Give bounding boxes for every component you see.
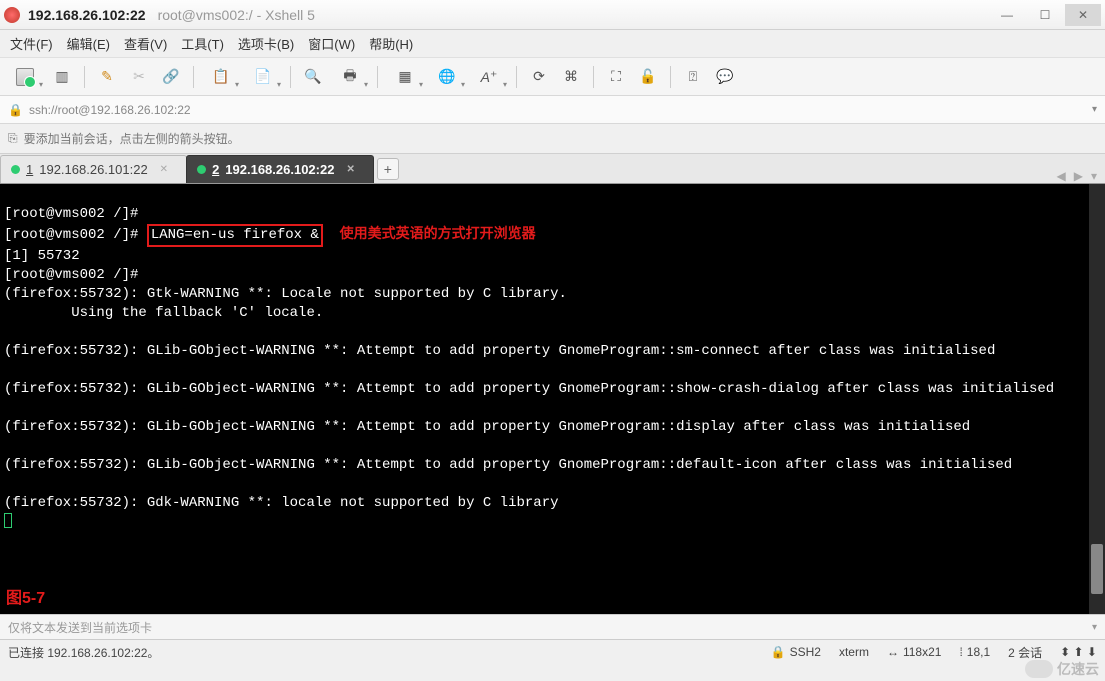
toolbar: ▾ ▥ ✎ ✂ 🔗 📋▾ 📄▾ 🔍 🖶▾ ▦▾ 🌐▾ A⁺▾ ⟳ ⌘ ⛶ 🔓 ⍰… [0, 58, 1105, 96]
status-termtype: xterm [839, 645, 869, 659]
terminal-line: [root@vms002 /]# [4, 267, 138, 283]
menu-edit[interactable]: 编辑(E) [67, 34, 110, 53]
tab-bar: 1 192.168.26.101:22 ✕ 2 192.168.26.102:2… [0, 154, 1105, 184]
terminal-line: [1] 55732 [4, 248, 80, 264]
watermark-text: 亿速云 [1057, 659, 1099, 679]
tab-index: 1 [26, 162, 33, 177]
tab-close-icon[interactable]: ✕ [346, 164, 354, 175]
refresh-button[interactable]: ⟳ [525, 63, 553, 91]
send-dropdown-icon[interactable]: ▾ [1092, 622, 1097, 633]
lock-icon: 🔒 [8, 103, 23, 117]
cloud-icon [1025, 660, 1053, 678]
find-button[interactable]: 🔍 [299, 63, 327, 91]
hint-text: 要添加当前会话，点击左侧的箭头按钮。 [24, 130, 240, 147]
terminal-line: (firefox:55732): GLib-GObject-WARNING **… [4, 381, 1054, 397]
menu-help[interactable]: 帮助(H) [369, 34, 413, 53]
titlebar: 192.168.26.102:22 root@vms002:/ - Xshell… [0, 0, 1105, 30]
scrollbar-thumb[interactable] [1091, 544, 1103, 594]
close-button[interactable]: ✕ [1065, 4, 1101, 26]
tab-prev-icon[interactable]: ◀ [1057, 169, 1066, 183]
open-button[interactable]: ▥ [48, 63, 76, 91]
terminal-cursor [4, 513, 12, 528]
tab-index: 2 [212, 162, 219, 177]
terminal-scrollbar[interactable] [1089, 184, 1105, 614]
new-session-button[interactable]: ▾ [6, 63, 44, 91]
lock-button[interactable]: 🔓 [634, 63, 662, 91]
status-size: 118x21 [903, 645, 941, 659]
copy-button[interactable]: 📋▾ [202, 63, 240, 91]
status-dot-icon [197, 165, 206, 174]
terminal-line: (firefox:55732): GLib-GObject-WARNING **… [4, 419, 970, 435]
menu-tools[interactable]: 工具(T) [181, 34, 224, 53]
maximize-button[interactable]: ☐ [1027, 4, 1063, 26]
tab-session-1[interactable]: 1 192.168.26.101:22 ✕ [0, 155, 187, 183]
status-cursor-pos: 18,1 [967, 645, 990, 659]
figure-label: 图5-7 [6, 589, 45, 608]
tab-list-icon[interactable]: ▾ [1091, 169, 1097, 183]
layout-button[interactable]: ▦▾ [386, 63, 424, 91]
tab-label: 192.168.26.102:22 [225, 162, 334, 177]
address-url: ssh://root@192.168.26.102:22 [29, 103, 191, 117]
window-title-sub: root@vms002:/ - Xshell 5 [158, 7, 315, 23]
tab-nav: ◀ ▶ ▾ [1057, 169, 1105, 183]
hint-arrow-icon[interactable]: ⎘ [8, 131, 18, 146]
status-bar: 已连接 192.168.26.102:22。 🔒 SSH2 xterm ↔ 118x… [0, 640, 1105, 664]
terminal-prompt: [root@vms002 /]# [4, 206, 138, 222]
feedback-button[interactable]: 💬 [711, 63, 739, 91]
send-placeholder: 仅将文本发送到当前选项卡 [8, 619, 152, 636]
encoding-button[interactable]: 🌐▾ [428, 63, 466, 91]
menu-file[interactable]: 文件(F) [10, 34, 53, 53]
pos-icon: ⁞ [959, 645, 962, 659]
tab-close-icon[interactable]: ✕ [160, 164, 168, 175]
terminal-annotation: 使用美式英语的方式打开浏览器 [340, 227, 536, 243]
help-button[interactable]: ⍰ [679, 63, 707, 91]
script-button[interactable]: ⌘ [557, 63, 585, 91]
terminal-line: (firefox:55732): GLib-GObject-WARNING **… [4, 457, 1012, 473]
terminal[interactable]: [root@vms002 /]# [root@vms002 /]# LANG=e… [0, 184, 1105, 614]
send-input-bar[interactable]: 仅将文本发送到当前选项卡 ▾ [0, 614, 1105, 640]
minimize-button[interactable]: — [989, 4, 1025, 26]
menu-window[interactable]: 窗口(W) [308, 34, 355, 53]
status-sessions: 2 会话 [1008, 644, 1042, 661]
window-title-main: 192.168.26.102:22 [28, 7, 146, 23]
print-button[interactable]: 🖶▾ [331, 63, 369, 91]
hint-bar: ⎘ 要添加当前会话，点击左侧的箭头按钮。 [0, 124, 1105, 154]
status-dot-icon [11, 165, 20, 174]
menu-view[interactable]: 查看(V) [124, 34, 167, 53]
address-bar[interactable]: 🔒 ssh://root@192.168.26.102:22 ▾ [0, 96, 1105, 124]
fullscreen-button[interactable]: ⛶ [602, 63, 630, 91]
status-protocol: SSH2 [790, 645, 821, 659]
terminal-line: (firefox:55732): Gtk-WARNING **: Locale … [4, 286, 567, 302]
tab-label: 192.168.26.101:22 [39, 162, 147, 177]
disconnect-button[interactable]: ✂ [125, 63, 153, 91]
properties-button[interactable]: 🔗 [157, 63, 185, 91]
terminal-line: (firefox:55732): GLib-GObject-WARNING **… [4, 343, 995, 359]
menubar: 文件(F) 编辑(E) 查看(V) 工具(T) 选项卡(B) 窗口(W) 帮助(… [0, 30, 1105, 58]
app-icon [4, 7, 20, 23]
terminal-line: Using the fallback 'C' locale. [4, 305, 323, 321]
terminal-prompt: [root@vms002 /]# [4, 227, 138, 243]
address-dropdown-icon[interactable]: ▾ [1092, 104, 1097, 115]
terminal-line: (firefox:55732): Gdk-WARNING **: locale … [4, 495, 559, 511]
size-icon: ↔ [887, 645, 899, 659]
lock-icon: 🔒 [771, 645, 786, 659]
tab-next-icon[interactable]: ▶ [1074, 169, 1083, 183]
status-arrows[interactable]: ⬍ ⬆ ⬇ [1060, 645, 1097, 659]
tab-session-2[interactable]: 2 192.168.26.102:22 ✕ [186, 155, 374, 183]
add-tab-button[interactable]: + [377, 158, 399, 180]
font-button[interactable]: A⁺▾ [470, 63, 508, 91]
paste-button[interactable]: 📄▾ [244, 63, 282, 91]
terminal-highlighted-command: LANG=en-us firefox & [147, 224, 323, 247]
status-connection: 已连接 192.168.26.102:22。 [8, 644, 753, 661]
reconnect-button[interactable]: ✎ [93, 63, 121, 91]
menu-tabs[interactable]: 选项卡(B) [238, 34, 294, 53]
watermark: 亿速云 [1025, 659, 1099, 679]
